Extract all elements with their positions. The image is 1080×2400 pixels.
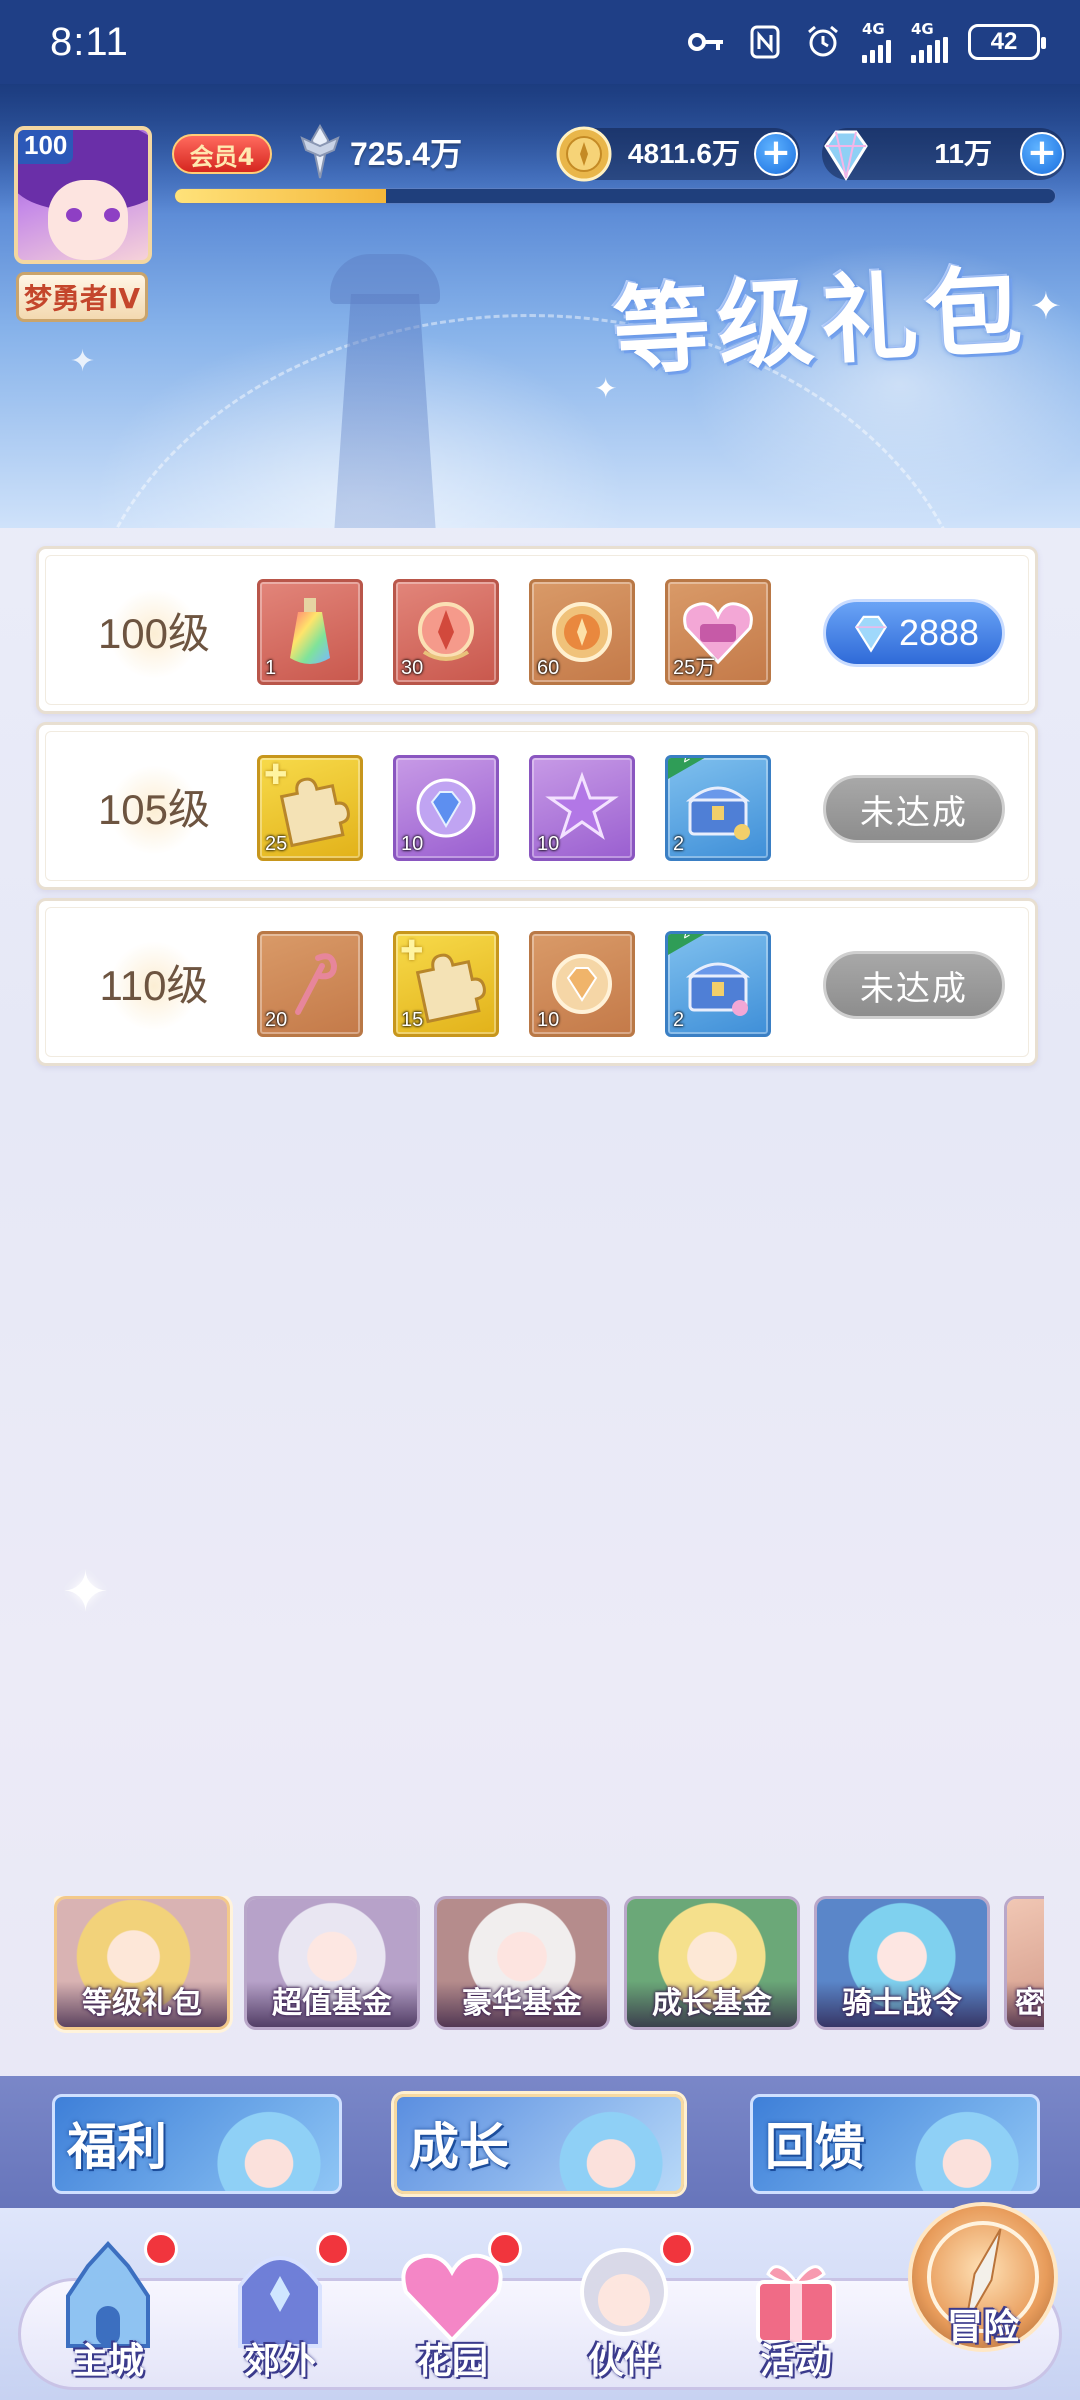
status-bar: 8:11 4G 4G 42 — [0, 0, 1080, 84]
treasure-chest-icon — [685, 786, 751, 840]
player-level: 100 — [18, 130, 74, 164]
buy-button[interactable]: 2888 — [823, 599, 1005, 667]
sparkle-icon: ✦ — [70, 344, 96, 379]
signal-2: 4G — [911, 21, 948, 63]
locked-button[interactable]: 未达成 — [823, 951, 1005, 1019]
reward-level: 110级 — [79, 901, 229, 1063]
buy-price: 2888 — [898, 612, 980, 653]
add-gem-button[interactable]: + — [1020, 132, 1064, 176]
reward-item[interactable]: 10 — [393, 755, 499, 861]
reward-item[interactable]: 20 — [257, 931, 363, 1037]
sparkle-icon: ✦ — [594, 372, 618, 405]
sub-tab-level-pack[interactable]: 等级礼包 — [54, 1896, 230, 2030]
reward-level: 100级 — [79, 549, 229, 711]
notification-dot — [488, 2232, 522, 2266]
reward-item[interactable]: 2小时 2 — [665, 931, 771, 1037]
gem-icon — [854, 615, 887, 653]
reward-row: 105级 ✚ 25 10 10 2 未达成 — [36, 722, 1038, 890]
reward-level: 105级 — [79, 725, 229, 887]
reward-row: 100级 1 30 60 25万 2888 — [36, 546, 1038, 714]
notification-dot — [316, 2232, 350, 2266]
vip-badge[interactable]: 会员4 — [172, 134, 272, 174]
nfc-icon — [746, 23, 784, 61]
exp-progress-bar — [174, 188, 1056, 204]
nav-main-city[interactable]: 主城 — [28, 2208, 188, 2400]
gem-value: 11万 — [934, 138, 992, 169]
exp-progress-fill — [175, 189, 387, 203]
alarm-icon — [804, 23, 842, 61]
gem-currency: 11万 + — [822, 128, 1066, 181]
locked-button[interactable]: 未达成 — [823, 775, 1005, 843]
reward-item[interactable]: 25万 — [665, 579, 771, 685]
key-icon — [688, 23, 726, 61]
reward-item[interactable]: ✚ 25 — [257, 755, 363, 861]
battery-indicator: 42 — [968, 24, 1046, 60]
gold-currency: 4811.6万 + — [556, 126, 800, 182]
signal-bars-icon — [862, 37, 891, 63]
reward-item[interactable]: 2小时 2 — [665, 755, 771, 861]
sub-tab-more[interactable]: 密 — [1004, 1896, 1044, 2030]
player-avatar[interactable]: 100 — [14, 126, 152, 264]
nav-garden[interactable]: 花园 — [372, 2208, 532, 2400]
reward-item[interactable]: 60 — [529, 579, 635, 685]
player-title-badge[interactable]: 梦勇者IV — [16, 272, 148, 322]
gold-coin-icon — [556, 126, 612, 182]
reward-item[interactable]: ✚ 15 — [393, 931, 499, 1037]
signal-bars-icon — [911, 37, 948, 63]
sub-tab-luxury-fund[interactable]: 豪华基金 — [434, 1896, 610, 2030]
category-bar: 福利 成长 回馈 — [0, 2076, 1080, 2208]
notification-dot — [660, 2232, 694, 2266]
nav-outskirts[interactable]: 郊外 — [200, 2208, 360, 2400]
gem-icon — [824, 130, 868, 181]
reward-item[interactable]: 10 — [529, 931, 635, 1037]
treasure-chest-icon — [685, 962, 751, 1016]
add-gold-button[interactable]: + — [754, 132, 798, 176]
sub-tab-value-fund[interactable]: 超值基金 — [244, 1896, 420, 2030]
sparkle-icon: ✦ — [1030, 284, 1062, 328]
gold-value: 4811.6万 — [627, 138, 740, 169]
reward-item[interactable]: 1 — [257, 579, 363, 685]
nav-partners[interactable]: 伙伴 — [544, 2208, 704, 2400]
reward-item[interactable]: 10 — [529, 755, 635, 861]
nav-events[interactable]: 活动 — [716, 2208, 876, 2400]
reward-item[interactable]: 30 — [393, 579, 499, 685]
status-icons: 4G 4G 42 — [688, 21, 1046, 63]
power-sword-icon — [300, 123, 340, 179]
header-banner: 100 梦勇者IV 会员4 725.4万 4811.6万 + 11万 + 等级礼… — [0, 84, 1080, 528]
sub-tab-growth-fund[interactable]: 成长基金 — [624, 1896, 800, 2030]
status-time: 8:11 — [50, 19, 129, 64]
banner-title: 等级礼包 — [610, 253, 1033, 389]
rainbow-potion-icon — [290, 598, 330, 664]
sub-tab-knight-pass[interactable]: 骑士战令 — [814, 1896, 990, 2030]
reward-row: 110级 20 ✚ 15 10 2 未达成 — [36, 898, 1038, 1066]
notification-dot — [144, 2232, 178, 2266]
adventure-button[interactable]: 冒险 — [908, 2202, 1058, 2352]
signal-1: 4G — [862, 21, 891, 63]
category-rebate[interactable]: 回馈 — [750, 2094, 1040, 2194]
category-welfare[interactable]: 福利 — [52, 2094, 342, 2194]
sub-tabs: 等级礼包 超值基金 豪华基金 成长基金 骑士战令 密 — [54, 1896, 1044, 2034]
power-value: 725.4万 — [350, 136, 463, 172]
bottom-nav: 主城 郊外 花园 伙伴 活动 冒险 — [0, 2202, 1080, 2400]
category-growth[interactable]: 成长 — [394, 2094, 684, 2194]
sparkle-icon: ✦ — [62, 1560, 109, 1625]
